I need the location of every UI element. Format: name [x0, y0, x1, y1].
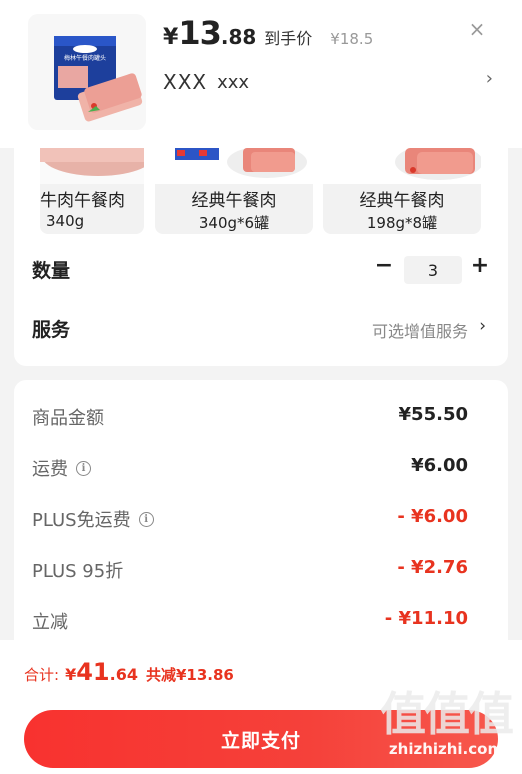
variant-name: 牛肉午餐肉: [40, 191, 125, 211]
variant-image: [40, 148, 144, 184]
variant-image: [323, 148, 481, 184]
total-savings: 共减¥13.86: [145, 666, 234, 684]
product-summary-header: 梅林午餐肉罐头 ¥ 13 .88 到手价 ¥18.5 × XXX xxx ›: [0, 0, 522, 148]
price-row: ¥ 13 .88 到手价 ¥18.5: [163, 14, 373, 54]
original-price: ¥18.5: [330, 30, 374, 48]
total-summary: 合计: ¥ 41 .64 共减¥13.86: [24, 658, 234, 686]
total-label: 合计:: [24, 666, 60, 684]
info-icon[interactable]: i: [76, 460, 91, 476]
service-value[interactable]: 可选增值服务: [372, 318, 468, 342]
cost-label: 商品金额: [32, 408, 104, 429]
variant-image: [155, 148, 313, 184]
chevron-right-icon[interactable]: ›: [479, 316, 486, 336]
selected-spec-sub: xxx: [217, 71, 250, 93]
cost-breakdown-card: 商品金额 ¥55.50 运费 i ¥6.00 PLUS免运费 i - ¥6.00…: [14, 380, 508, 642]
quantity-input[interactable]: [404, 256, 462, 284]
selected-spec-row[interactable]: XXX xxx ›: [163, 68, 493, 96]
variant-option[interactable]: 经典午餐肉 340g*6罐: [155, 148, 313, 234]
variant-name: 经典午餐肉: [359, 191, 445, 211]
checkout-footer: 合计: ¥ 41 .64 共减¥13.86 立即支付 值值值 zhizhizhi…: [0, 640, 522, 774]
variant-weight: 340g: [46, 212, 85, 230]
luncheon-meat-can-image: 梅林午餐肉罐头: [28, 14, 146, 130]
product-thumbnail[interactable]: 梅林午餐肉罐头: [28, 14, 146, 130]
total-decimal: .64: [109, 665, 138, 684]
cost-value: - ¥11.10: [384, 608, 468, 629]
quantity-minus-button[interactable]: −: [372, 254, 396, 278]
cost-label: 运费 i: [32, 455, 91, 481]
cost-label: PLUS免运费 i: [32, 506, 154, 532]
variant-weight: 340g*6罐: [198, 214, 270, 232]
price-currency: ¥: [163, 25, 179, 50]
cost-value: ¥6.00: [411, 455, 468, 476]
cost-value: ¥55.50: [398, 404, 468, 425]
price-decimal: .88: [220, 25, 257, 49]
cost-value: - ¥2.76: [397, 557, 468, 578]
pay-now-button[interactable]: 立即支付: [24, 710, 498, 768]
variant-option[interactable]: 牛肉午餐肉 340g: [40, 148, 144, 234]
selected-spec-main: XXX: [163, 70, 208, 94]
chevron-right-icon: ›: [485, 68, 493, 89]
price-tag-label: 到手价: [264, 29, 313, 48]
total-currency: ¥: [65, 665, 77, 684]
variant-name: 经典午餐肉: [191, 191, 277, 211]
cost-row-plus-free-shipping: PLUS免运费 i - ¥6.00: [32, 506, 468, 536]
variant-weight: 198g*8罐: [366, 214, 438, 232]
cost-label: PLUS 95折: [32, 561, 124, 582]
options-card: 牛肉午餐肉 340g 经典午餐肉 340g*6罐 经典午餐肉 198g*8罐 数…: [14, 148, 508, 366]
total-integer: 41: [76, 658, 110, 686]
can-label-text: 梅林午餐肉罐头: [64, 54, 106, 62]
variant-option[interactable]: 经典午餐肉 198g*8罐: [323, 148, 481, 234]
cost-row-subtotal: 商品金额 ¥55.50: [32, 404, 468, 434]
cost-value: - ¥6.00: [397, 506, 468, 527]
close-icon[interactable]: ×: [466, 17, 488, 41]
info-icon[interactable]: i: [138, 511, 154, 527]
service-label: 服务: [32, 319, 71, 341]
cost-row-instant-discount: 立减 - ¥11.10: [32, 608, 468, 638]
cost-row-plus-discount: PLUS 95折 - ¥2.76: [32, 557, 468, 587]
cost-label: 立减: [32, 612, 68, 633]
cost-row-shipping: 运费 i ¥6.00: [32, 455, 468, 485]
quantity-label: 数量: [32, 260, 71, 282]
quantity-plus-button[interactable]: +: [468, 254, 492, 278]
price-integer: 13: [178, 14, 222, 52]
